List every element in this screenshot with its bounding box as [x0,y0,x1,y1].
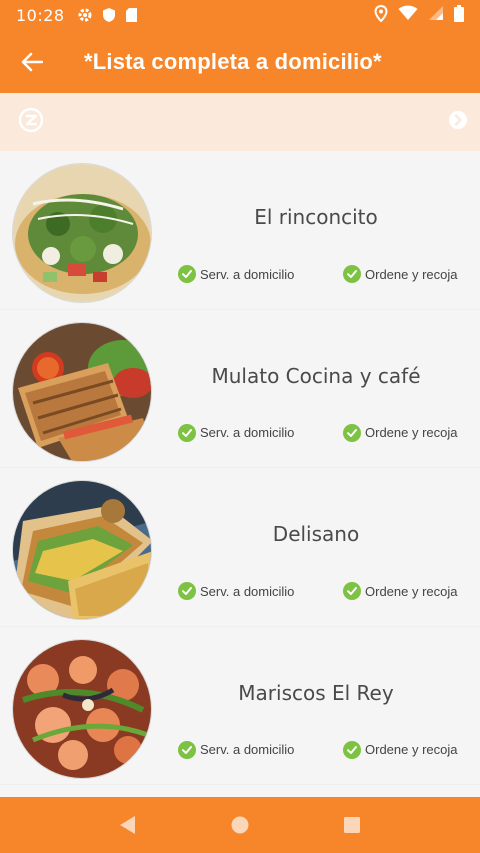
wifi-icon [398,5,418,25]
restaurant-name[interactable]: El rinconcito [160,205,472,229]
check-circle-icon [343,740,361,759]
delivery-label: Serv. a domicilio [200,266,295,282]
nav-recents-button[interactable] [332,805,372,845]
pickup-label: Ordene y recoja [365,742,458,757]
battery-icon [454,4,464,26]
list-item[interactable]: Delisano Serv. a domicilio Ordene y reco… [0,468,480,627]
check-circle-icon [178,423,196,442]
chevron-right-circle-icon[interactable] [448,110,468,134]
check-circle-icon [343,265,361,283]
restaurant-photo [12,638,152,779]
signal-icon [428,5,444,25]
delivery-badge: Serv. a domicilio [178,423,295,442]
shield-icon [102,7,116,23]
delivery-badge: Serv. a domicilio [178,582,294,600]
restaurant-name[interactable]: Delisano [160,522,472,546]
promo-strip[interactable] [0,93,480,151]
pickup-label: Ordene y recoja [365,583,458,599]
list-item[interactable]: El rinconcito Serv. a domicilio Ordene y… [0,151,480,310]
restaurant-photo [12,163,152,303]
restaurant-list[interactable]: El rinconcito Serv. a domicilio Ordene y… [0,151,480,797]
home-circle-icon [231,816,249,834]
pickup-label: Ordene y recoja [365,425,458,440]
back-triangle-icon [120,816,135,834]
delivery-label: Serv. a domicilio [200,583,295,599]
page-title: *Lista completa a domicilio* [84,48,382,74]
delivery-label: Serv. a domicilio [200,742,295,757]
pickup-label: Ordene y recoja [365,266,458,282]
restaurant-name[interactable]: Mariscos El Rey [160,681,472,705]
pickup-badge: Ordene y recoja [343,740,458,759]
restaurant-name[interactable]: Mulato Cocina y café [160,364,472,388]
status-right-icons [374,4,464,26]
brand-logo-icon[interactable] [18,107,44,137]
restaurant-photo [12,321,152,462]
list-item[interactable]: Mariscos El Rey Serv. a domicilio Ordene… [0,627,480,785]
delivery-label: Serv. a domicilio [200,425,295,440]
check-circle-icon [343,582,361,600]
gear-icon [77,7,93,23]
nav-home-button[interactable] [220,805,260,845]
status-time: 10:28 [16,5,65,25]
sd-card-icon [125,7,138,23]
check-circle-icon [178,265,196,283]
delivery-badge: Serv. a domicilio [178,740,295,759]
recents-square-icon [344,817,360,833]
location-pin-icon [374,4,388,26]
status-bar: 10:28 [0,0,480,30]
nav-back-button[interactable] [108,805,148,845]
check-circle-icon [343,423,361,442]
delivery-badge: Serv. a domicilio [178,265,294,283]
restaurant-photo [12,480,152,620]
app-bar: *Lista completa a domicilio* [0,30,480,93]
arrow-left-icon [21,52,43,71]
system-nav-bar [0,797,480,853]
back-button[interactable] [0,30,64,93]
check-circle-icon [178,582,196,600]
list-item[interactable]: Mulato Cocina y café Serv. a domicilio O… [0,310,480,468]
pickup-badge: Ordene y recoja [343,582,458,600]
pickup-badge: Ordene y recoja [343,423,458,442]
check-circle-icon [178,740,196,759]
pickup-badge: Ordene y recoja [343,265,458,283]
